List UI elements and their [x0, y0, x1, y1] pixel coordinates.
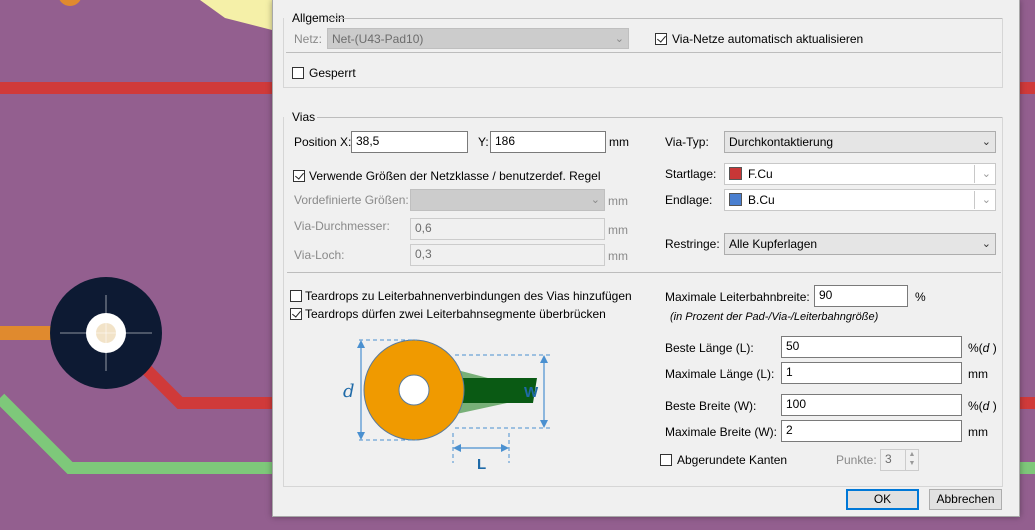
start-layer-label: Startlage: — [665, 167, 717, 181]
use-netclass-checkbox[interactable] — [293, 170, 305, 182]
chevron-down-icon: ⌄ — [981, 136, 991, 148]
teardrops-add-checkbox[interactable] — [290, 290, 302, 302]
chevron-down-icon: ⌄ — [981, 194, 991, 206]
general-groupbox — [283, 18, 1003, 88]
diameter-unit: mm — [608, 223, 628, 237]
max-track-width-hint: (in Prozent der Pad-/Via-/Leiterbahngröß… — [670, 311, 879, 323]
diagram-label-l: L — [477, 456, 486, 473]
via-type-value: Durchkontaktierung — [729, 135, 834, 149]
annular-label: Restringe: — [665, 237, 720, 251]
teardrops-add-label: Teardrops zu Leiterbahnenverbindungen de… — [305, 289, 632, 303]
via-type-label: Via-Typ: — [665, 135, 709, 149]
best-width-unit: %(d ) — [968, 399, 997, 413]
teardrop-diagram: d W L — [343, 339, 551, 473]
via-type-combo[interactable]: Durchkontaktierung ⌄ — [724, 131, 996, 153]
cancel-button[interactable]: Abbrechen — [929, 489, 1002, 510]
diagram-label-d: d — [343, 381, 355, 402]
fcu-swatch-icon — [729, 167, 742, 180]
rounded-edges-checkbox[interactable] — [660, 454, 672, 466]
max-width-input[interactable]: 2 — [781, 420, 962, 442]
max-length-input[interactable]: 1 — [781, 362, 962, 384]
start-layer-value: F.Cu — [748, 167, 773, 181]
diameter-label: Via-Durchmesser: — [294, 219, 390, 233]
max-length-label: Maximale Länge (L): — [665, 367, 775, 381]
points-label: Punkte: — [836, 453, 877, 467]
points-spinner[interactable]: ▲ ▼ — [905, 449, 919, 471]
vias-divider — [287, 272, 1001, 273]
max-track-width-input[interactable]: 90 — [814, 285, 908, 307]
end-layer-label: Endlage: — [665, 193, 713, 207]
best-length-unit: %(d ) — [968, 341, 997, 355]
max-track-width-unit: % — [915, 290, 926, 304]
pos-x-label: Position X: — [294, 135, 352, 149]
best-width-input[interactable]: 100 — [781, 394, 962, 416]
use-netclass-label: Verwende Größen der Netzklasse / benutze… — [309, 169, 601, 183]
chevron-down-icon: ⌄ — [981, 238, 991, 250]
best-length-input[interactable]: 50 — [781, 336, 962, 358]
end-layer-value: B.Cu — [748, 193, 775, 207]
pos-unit: mm — [609, 135, 629, 149]
pos-y-input[interactable]: 186 — [490, 131, 606, 153]
chevron-down-icon: ⌄ — [981, 168, 991, 180]
annular-value: Alle Kupferlagen — [729, 237, 818, 251]
predefined-unit: mm — [608, 194, 628, 208]
points-input[interactable]: 3 — [880, 449, 906, 471]
best-width-label: Beste Breite (W): — [665, 399, 757, 413]
hole-unit: mm — [608, 249, 628, 263]
via-properties-dialog: Allgemein Netz: Net-(U43-Pad10) ⌄ Via-Ne… — [272, 0, 1020, 517]
best-length-label: Beste Länge (L): — [665, 341, 754, 355]
best-length-unit-suffix: ) — [989, 341, 997, 355]
max-track-width-label: Maximale Leiterbahnbreite: — [665, 290, 810, 304]
max-width-label: Maximale Breite (W): — [665, 425, 778, 439]
ok-button[interactable]: OK — [846, 489, 919, 510]
best-width-unit-suffix: ) — [989, 399, 997, 413]
max-width-unit: mm — [968, 425, 988, 439]
rounded-edges-label: Abgerundete Kanten — [677, 453, 788, 467]
bcu-swatch-icon — [729, 193, 742, 206]
pos-x-input[interactable]: 38,5 — [351, 131, 468, 153]
end-layer-combo[interactable]: B.Cu ⌄ — [724, 189, 996, 211]
best-length-unit-prefix: %( — [968, 341, 983, 355]
hole-input[interactable]: 0,3 — [410, 244, 605, 266]
diagram-label-w: W — [524, 384, 539, 401]
predefined-label: Vordefinierte Größen: — [294, 193, 409, 207]
diameter-input[interactable]: 0,6 — [410, 218, 605, 240]
max-length-unit: mm — [968, 367, 988, 381]
pos-y-label: Y: — [478, 135, 489, 149]
chevron-down-icon: ⌄ — [590, 194, 600, 206]
teardrops-bridge-checkbox[interactable] — [290, 308, 302, 320]
start-layer-combo[interactable]: F.Cu ⌄ — [724, 163, 996, 185]
annular-combo[interactable]: Alle Kupferlagen ⌄ — [724, 233, 996, 255]
predefined-combo[interactable]: ⌄ — [410, 189, 605, 211]
best-width-unit-prefix: %( — [968, 399, 983, 413]
teardrops-bridge-label: Teardrops dürfen zwei Leiterbahnsegmente… — [305, 307, 606, 321]
hole-label: Via-Loch: — [294, 248, 345, 262]
